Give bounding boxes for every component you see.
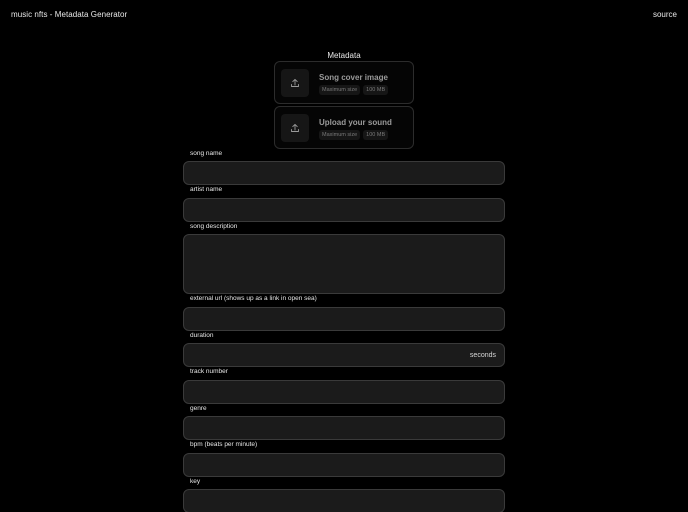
key-input[interactable] bbox=[183, 489, 505, 512]
page: music nfts - Metadata Generator source M… bbox=[0, 0, 688, 512]
key-label: key bbox=[190, 478, 201, 485]
size-value: 100 MB bbox=[363, 85, 389, 95]
duration-unit: seconds bbox=[469, 352, 496, 359]
size-label: Maximum size bbox=[319, 130, 361, 140]
top-bar: music nfts - Metadata Generator source bbox=[0, 0, 688, 30]
upload-icon bbox=[281, 69, 309, 97]
upload-title: Song cover image bbox=[319, 73, 388, 82]
track-number-label: track number bbox=[190, 368, 228, 375]
cover-image-upload[interactable]: Song cover image Maximum size 100 MB bbox=[274, 61, 414, 104]
app-title: music nfts - Metadata Generator bbox=[11, 10, 128, 19]
sound-upload[interactable]: Upload your sound Maximum size 100 MB bbox=[274, 106, 414, 149]
song-name-input[interactable] bbox=[183, 161, 505, 185]
artist-name-label: artist name bbox=[190, 186, 223, 193]
upload-title: Upload your sound bbox=[319, 118, 392, 127]
upload-icon bbox=[281, 114, 309, 142]
song-description-input[interactable] bbox=[183, 234, 505, 294]
song-name-label: song name bbox=[190, 150, 223, 157]
external-url-input[interactable] bbox=[183, 307, 505, 331]
artist-name-input[interactable] bbox=[183, 198, 505, 222]
external-url-label: external url (shows up as a link in open… bbox=[190, 295, 317, 302]
upload-meta: Maximum size 100 MB bbox=[319, 130, 389, 140]
track-number-input[interactable] bbox=[183, 380, 505, 404]
bpm-label: bpm (beats per minute) bbox=[190, 441, 258, 448]
source-link[interactable]: source bbox=[653, 10, 677, 19]
genre-input[interactable] bbox=[183, 416, 505, 440]
metadata-title: Metadata bbox=[327, 51, 361, 60]
size-label: Maximum size bbox=[319, 85, 361, 95]
upload-meta: Maximum size 100 MB bbox=[319, 85, 389, 95]
genre-label: genre bbox=[190, 405, 207, 412]
size-value: 100 MB bbox=[363, 130, 389, 140]
bpm-input[interactable] bbox=[183, 453, 505, 477]
song-description-label: song description bbox=[190, 223, 238, 230]
duration-input[interactable] bbox=[183, 343, 505, 367]
duration-label: duration bbox=[190, 332, 214, 339]
